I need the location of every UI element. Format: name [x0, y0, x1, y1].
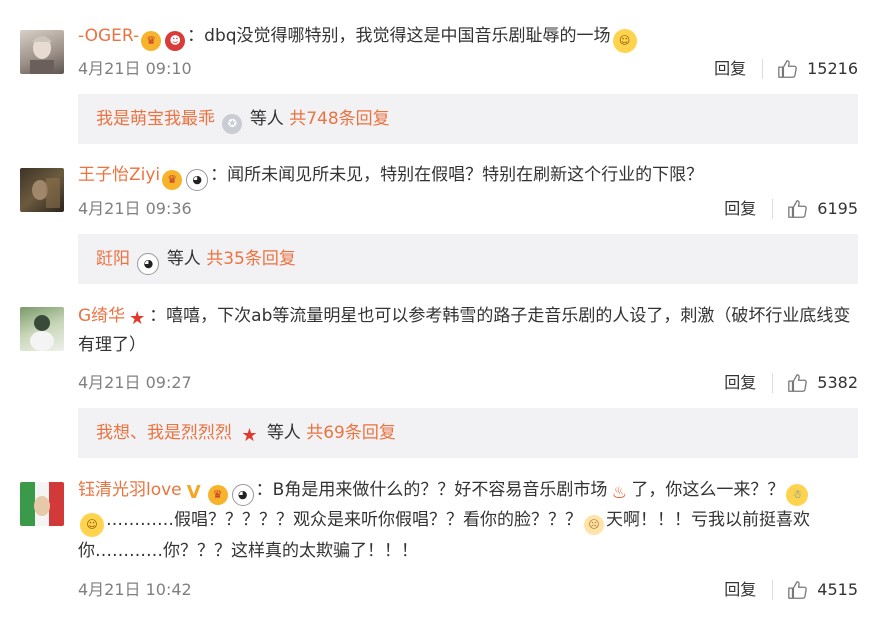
timestamp: 4月21日 10:42: [78, 580, 192, 599]
avatar[interactable]: [20, 307, 64, 351]
crown-badge-icon: ♛: [141, 31, 162, 51]
reply-button[interactable]: 回复: [714, 57, 746, 81]
divider: [772, 580, 774, 600]
comment-meta: 4月21日 09:27 回复 5382: [78, 371, 858, 395]
thumbs-up-icon[interactable]: [787, 579, 809, 601]
comment-text: 钰清光羽love V ♛ ◕ ：B角是用来做什么的？？好不容易音乐剧市场 ♨ 了，你这么一来…: [78, 476, 858, 566]
comment-body: ：嘻嘻，下次ab等流量明星也可以参考韩雪的路子走音乐剧的人设了，刺激（破坏行业底…: [78, 306, 851, 355]
divider: [762, 59, 764, 79]
reply-user-link[interactable]: 我是萌宝我最乖: [96, 109, 215, 129]
star-icon: ★: [241, 425, 258, 446]
thumbs-up-icon[interactable]: [787, 372, 809, 394]
person-facepalm-icon: ☹: [584, 515, 604, 535]
suffix-text: 等人: [166, 249, 201, 269]
timestamp: 4月21日 09:10: [78, 59, 192, 78]
sub-replies: 我是萌宝我最乖 ✪ 等人 共748条回复: [78, 94, 858, 144]
reply-button[interactable]: 回复: [724, 197, 756, 221]
reply-button[interactable]: 回复: [724, 578, 756, 602]
comment-body: ：B角是用来做什么的？？好不容易音乐剧市场: [255, 480, 608, 500]
avatar[interactable]: [20, 482, 64, 526]
fire-icon: ♨: [611, 483, 627, 503]
comment-text: 王子怡Ziyi ♛ ◕ ：闻所未闻见所未见，特别在假唱？特别在刷新这个行业的下限？: [78, 161, 858, 191]
devil-emoji-icon: ☻: [165, 31, 186, 51]
avatar[interactable]: [20, 168, 64, 212]
username[interactable]: 钰清光羽love: [78, 480, 182, 500]
username[interactable]: 王子怡Ziyi: [78, 165, 160, 185]
divider: [772, 199, 774, 219]
avatar[interactable]: [20, 30, 64, 74]
reply-user-link[interactable]: 我想、我是烈烈烈: [96, 423, 232, 443]
star-icon: ★: [129, 308, 146, 329]
v-verified-icon: V: [186, 482, 201, 503]
crown-badge-icon: ♛: [207, 485, 228, 505]
suffix-text: 等人: [266, 423, 301, 443]
comment-body: 了，你这么一来？？: [631, 480, 785, 500]
panda-icon: ◕: [137, 253, 160, 275]
timestamp: 4月21日 09:27: [78, 373, 192, 392]
sub-replies: 跹阳 ◕ 等人 共35条回复: [78, 234, 858, 284]
thumbs-up-icon[interactable]: [777, 58, 799, 80]
like-count: 4515: [817, 580, 858, 599]
username[interactable]: G绮华: [78, 306, 125, 326]
view-replies-link[interactable]: 共748条回复: [289, 109, 389, 129]
panda-icon: ◕: [231, 484, 254, 506]
smirk-emoji-icon: ☺: [80, 513, 104, 537]
comment-body: ：dbq没觉得哪特别，我觉得这是中国音乐剧耻辱的一场: [187, 26, 611, 46]
comment-text: G绮华 ★ ：嘻嘻，下次ab等流量明星也可以参考韩雪的路子走音乐剧的人设了，刺激（破…: [78, 302, 858, 360]
sub-replies: 我想、我是烈烈烈 ★ 等人 共69条回复: [78, 408, 858, 458]
view-replies-link[interactable]: 共69条回复: [306, 423, 396, 443]
grin-emoji-icon: ☺: [612, 29, 637, 53]
divider: [772, 373, 774, 393]
medal-icon: ✪: [222, 114, 243, 134]
suffix-text: 等人: [249, 109, 284, 129]
reply-user-link[interactable]: 跹阳: [96, 249, 130, 269]
like-count: 5382: [817, 373, 858, 392]
like-count: 6195: [817, 199, 858, 218]
comment-meta: 4月21日 09:36 回复 6195: [78, 197, 858, 221]
comment-text: -OGER- ♛ ☻ ：dbq没觉得哪特别，我觉得这是中国音乐剧耻辱的一场 ☺: [78, 22, 858, 53]
username[interactable]: -OGER-: [78, 26, 139, 46]
timestamp: 4月21日 09:36: [78, 199, 192, 218]
crown-badge-icon: ♛: [162, 170, 183, 190]
comment-body: ：闻所未闻见所未见，特别在假唱？特别在刷新这个行业的下限？: [210, 165, 704, 185]
comment-body: …………假唱？？？？？观众是来听你假唱？？看你的脸？？？: [106, 510, 582, 530]
shrug-emoji-icon: ☃: [786, 484, 809, 506]
like-count: 15216: [807, 59, 858, 78]
panda-icon: ◕: [186, 169, 209, 191]
comment-meta: 4月21日 10:42 回复 4515: [78, 578, 858, 602]
view-replies-link[interactable]: 共35条回复: [206, 249, 296, 269]
reply-button[interactable]: 回复: [724, 371, 756, 395]
thumbs-up-icon[interactable]: [787, 198, 809, 220]
comment-meta: 4月21日 09:10 回复 15216: [78, 57, 858, 81]
